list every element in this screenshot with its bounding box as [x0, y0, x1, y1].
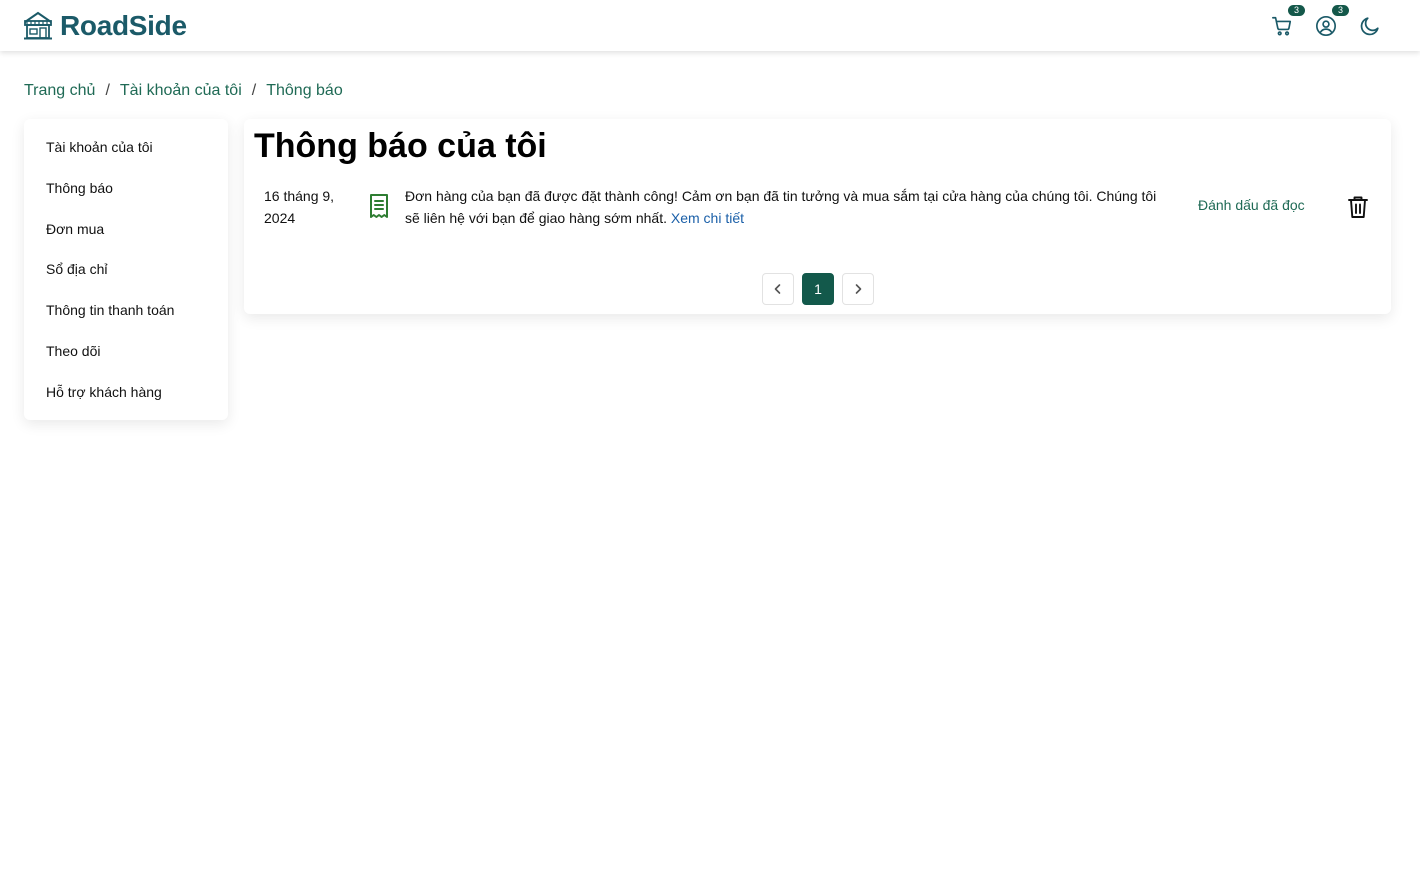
chevron-right-icon	[855, 284, 862, 294]
account-count-badge: 3	[1332, 4, 1349, 16]
user-circle-icon	[1316, 15, 1336, 36]
sidebar-item-my-account[interactable]: Tài khoản của tôi	[24, 127, 228, 168]
page-title: Thông báo của tôi	[254, 127, 547, 165]
cart-icon	[1272, 16, 1292, 35]
sidebar-item-support[interactable]: Hỗ trợ khách hàng	[24, 372, 228, 413]
storefront-icon	[24, 11, 52, 39]
sidebar-item-address-book[interactable]: Sổ địa chỉ	[24, 249, 228, 290]
breadcrumb-separator: /	[105, 82, 110, 99]
sidebar-item-notifications[interactable]: Thông báo	[24, 168, 228, 209]
prev-page-button[interactable]	[762, 273, 794, 305]
top-header: RoadSide 3 3	[0, 0, 1420, 51]
next-page-button[interactable]	[842, 273, 874, 305]
sidebar-item-following[interactable]: Theo dõi	[24, 331, 228, 372]
delete-notification-button[interactable]	[1347, 195, 1369, 224]
notification-text: Đơn hàng của bạn đã được đặt thành công!…	[405, 188, 1157, 226]
pagination: 1	[762, 273, 874, 305]
theme-toggle-button[interactable]	[1356, 12, 1384, 40]
brand-name: RoadSide	[60, 9, 187, 41]
breadcrumb-account[interactable]: Tài khoản của tôi	[120, 82, 242, 100]
moon-icon	[1360, 16, 1379, 35]
cart-count-badge: 3	[1288, 4, 1305, 16]
breadcrumb-separator: /	[251, 82, 257, 99]
notification-date: 16 tháng 9, 2024	[264, 188, 335, 226]
receipt-icon	[368, 193, 390, 224]
notifications-panel: Thông báo của tôi 16 tháng 9, 2024 Đơn h…	[244, 119, 1391, 314]
cart-button[interactable]: 3	[1268, 4, 1305, 40]
view-details-link[interactable]: Xem chi tiết	[671, 210, 744, 226]
notification-message: Đơn hàng của bạn đã được đặt thành công!…	[405, 185, 1170, 229]
trash-icon	[1348, 196, 1368, 218]
page-number-button[interactable]: 1	[802, 273, 834, 305]
notification-item: 16 tháng 9, 2024 Đơn hàng của bạn đã đượ…	[264, 185, 1374, 235]
account-button[interactable]: 3	[1312, 4, 1349, 40]
header-actions: 3 3	[1268, 4, 1384, 40]
account-sidebar: Tài khoản của tôi Thông báo Đơn mua Sổ đ…	[24, 119, 228, 420]
breadcrumb-home[interactable]: Trang chủ	[24, 82, 95, 100]
chevron-left-icon	[774, 284, 781, 294]
sidebar-item-orders[interactable]: Đơn mua	[24, 209, 228, 250]
breadcrumb-notifications[interactable]: Thông báo	[266, 82, 343, 100]
breadcrumb: Trang chủ / Tài khoản của tôi / Thông bá…	[24, 82, 343, 100]
sidebar-item-payment-info[interactable]: Thông tin thanh toán	[24, 290, 228, 331]
mark-as-read-button[interactable]: Đánh dấu đã đọc	[1198, 197, 1305, 213]
brand-logo[interactable]: RoadSide	[22, 10, 187, 42]
